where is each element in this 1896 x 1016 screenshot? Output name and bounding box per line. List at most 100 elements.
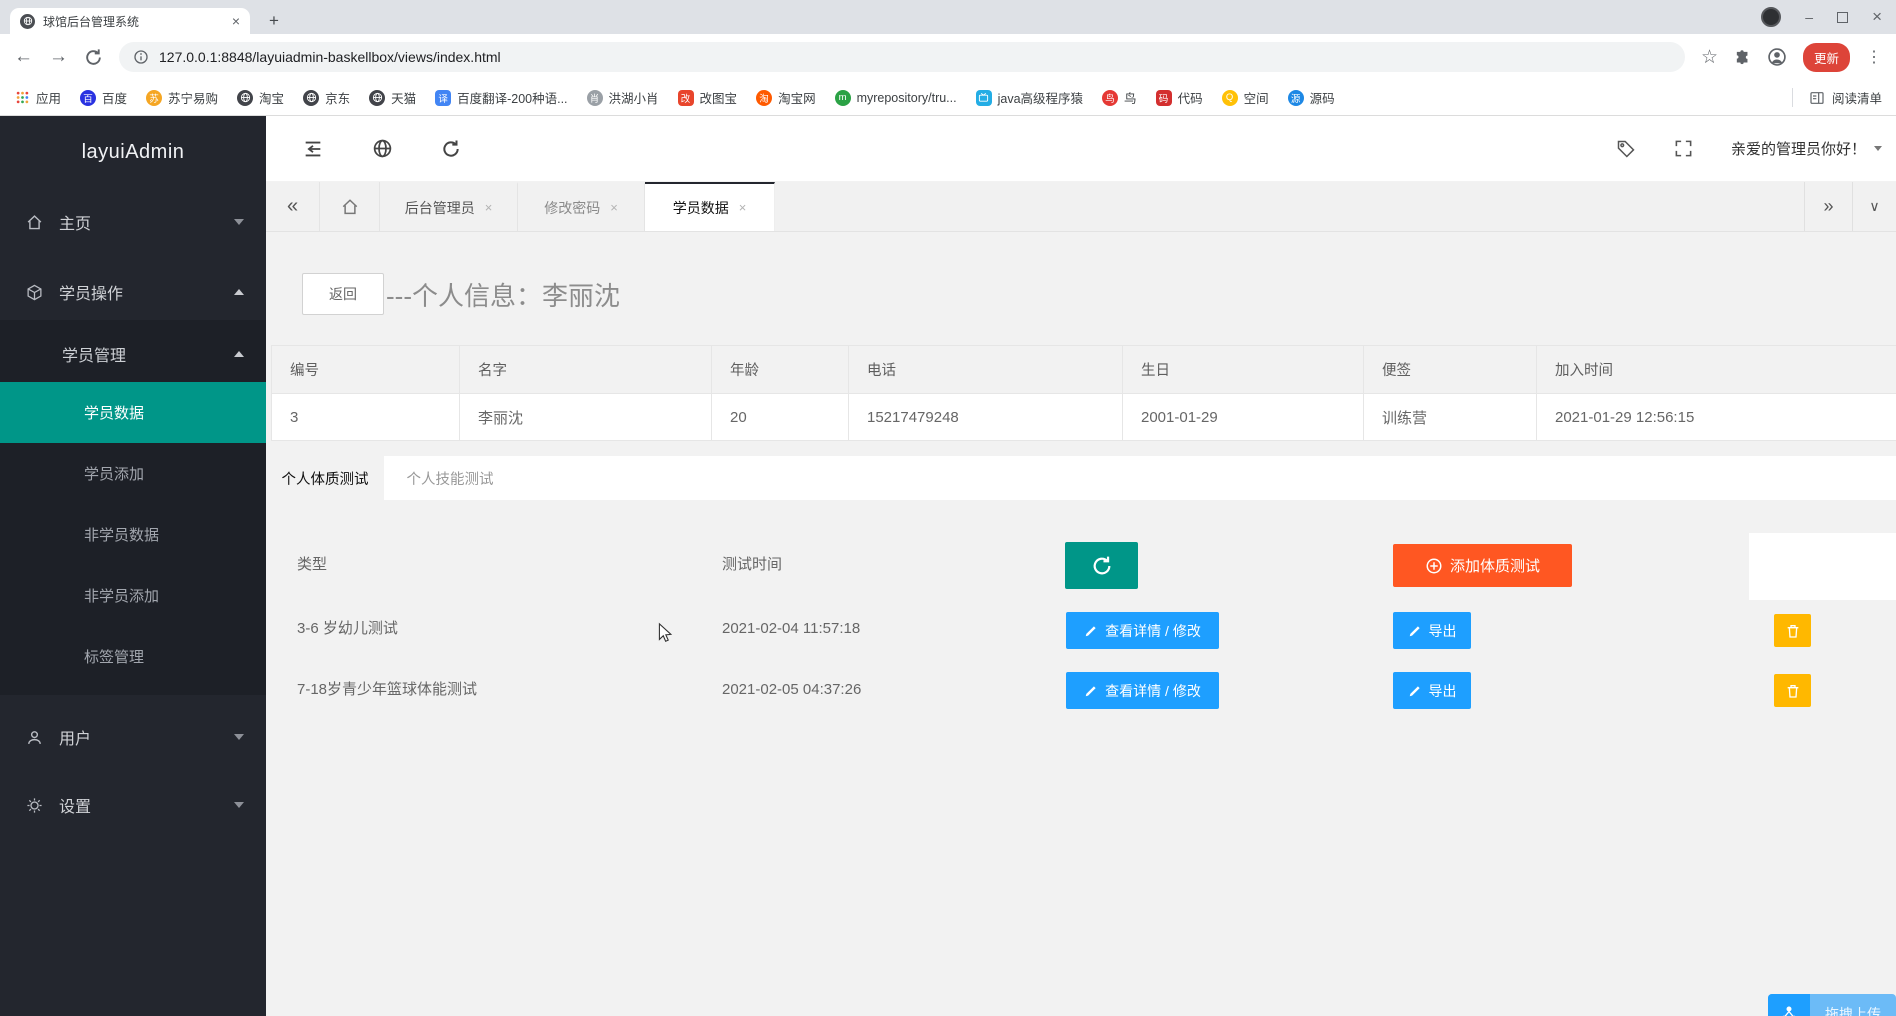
bookmark-item[interactable]: 肖 洪湖小肖 — [586, 88, 659, 107]
pencil-icon — [1408, 684, 1422, 698]
cell-join-time: 2021-01-29 12:56:15 — [1536, 393, 1896, 441]
bookmark-item[interactable]: m myrepository/tru... — [834, 89, 957, 106]
tab-skill-test[interactable]: 个人技能测试 — [384, 456, 516, 500]
bookmark-item[interactable]: 改 改图宝 — [677, 88, 737, 107]
profile-avatar[interactable] — [1761, 7, 1782, 27]
sidebar-item-student-mgmt[interactable]: 学员管理 — [0, 326, 266, 382]
bookmark-item[interactable]: 百 百度 — [80, 88, 127, 107]
browser-menu-icon[interactable]: ⋮ — [1866, 47, 1882, 67]
bookmark-favicon: 鸟 — [1102, 89, 1119, 106]
bookmark-favicon: 源 — [1287, 89, 1304, 106]
extensions-puzzle-icon[interactable] — [1734, 49, 1751, 66]
list-header-type: 类型 — [297, 556, 328, 573]
tab-change-password[interactable]: 修改密码 × — [518, 182, 645, 231]
sidebar-item-student-data[interactable]: 学员数据 — [0, 382, 266, 443]
window-minimize-icon[interactable]: – — [1805, 9, 1813, 25]
tabs-scroll-left-button[interactable]: « — [266, 182, 320, 231]
bookmark-item[interactable]: 淘 淘宝网 — [756, 88, 816, 107]
bookmark-item[interactable]: 码 代码 — [1155, 88, 1203, 107]
back-button[interactable]: 返回 — [302, 273, 384, 315]
fullscreen-icon[interactable] — [1674, 139, 1693, 158]
tab-close-icon[interactable]: × — [232, 13, 240, 29]
bookmark-favicon — [237, 89, 254, 106]
window-maximize-icon[interactable] — [1837, 11, 1849, 23]
bookmark-item[interactable]: 天猫 — [369, 88, 416, 107]
bookmark-item[interactable]: 译 百度翻译-200种语... — [435, 88, 568, 107]
sidebar-item-student-ops[interactable]: 学员操作 — [0, 264, 266, 320]
bookmark-favicon — [369, 89, 386, 106]
new-tab-button[interactable]: + — [260, 8, 288, 34]
app-logo[interactable]: layuiAdmin — [0, 116, 266, 188]
sidebar-item-student-add[interactable]: 学员添加 — [0, 443, 266, 504]
sidebar-item-users[interactable]: 用户 — [0, 709, 266, 765]
address-bar[interactable]: 127.0.0.1:8848/layuiadmin-baskellbox/vie… — [119, 42, 1685, 72]
refresh-list-button[interactable] — [1065, 542, 1138, 589]
tab-physical-test[interactable]: 个人体质测试 — [266, 456, 384, 500]
list-header-time: 测试时间 — [722, 556, 783, 573]
layui-admin-app: layuiAdmin 主页 学员操作 学员管理 学员数据 学员添加 非学员数据 — [0, 116, 1896, 1016]
add-physical-test-button[interactable]: 添加体质测试 — [1393, 544, 1572, 587]
bookmark-item[interactable]: 应用 — [14, 88, 61, 107]
col-header: 电话 — [848, 345, 1123, 394]
pencil-icon — [1084, 684, 1098, 698]
tab-close-icon[interactable]: × — [485, 200, 493, 215]
bookmark-item[interactable]: 鸟 鸟 — [1102, 88, 1137, 107]
tab-student-data[interactable]: 学员数据 × — [645, 182, 775, 231]
bookmark-item[interactable]: 源 源码 — [1287, 88, 1335, 107]
tag-icon[interactable] — [1616, 139, 1636, 159]
cube-icon — [26, 284, 43, 301]
tab-admin[interactable]: 后台管理员 × — [380, 182, 518, 231]
bookmark-item[interactable]: java高级程序猿 — [975, 88, 1083, 107]
view-edit-button[interactable]: 查看详情 / 修改 — [1066, 612, 1219, 649]
bookmark-favicon — [975, 89, 992, 106]
window-close-icon[interactable]: × — [1872, 7, 1882, 27]
col-header: 年龄 — [711, 345, 849, 394]
test-row-time: 2021-02-05 04:37:26 — [722, 681, 862, 698]
back-button[interactable]: ← — [14, 46, 33, 68]
browser-navbar: ← → 127.0.0.1:8848/layuiadmin-baskellbox… — [0, 34, 1896, 80]
export-button[interactable]: 导出 — [1393, 612, 1471, 649]
tab-close-icon[interactable]: × — [610, 200, 618, 215]
tabs-menu-button[interactable]: ∨ — [1852, 182, 1896, 231]
user-icon — [26, 729, 43, 746]
delete-button[interactable] — [1774, 614, 1811, 647]
tab-home[interactable] — [320, 182, 380, 231]
tab-close-icon[interactable]: × — [739, 200, 747, 215]
collapse-sidebar-icon[interactable] — [302, 138, 324, 160]
browser-update-button[interactable]: 更新 — [1802, 42, 1850, 72]
browser-tab[interactable]: 球馆后台管理系统 × — [10, 8, 250, 34]
sidebar-item-nonstudent-add[interactable]: 非学员添加 — [0, 565, 266, 626]
home-icon — [26, 214, 43, 231]
drag-upload-button[interactable]: 拖拽上传 — [1768, 994, 1896, 1016]
bookmark-favicon: 肖 — [586, 89, 603, 106]
bookmark-favicon — [303, 89, 320, 106]
bookmark-star-icon[interactable]: ☆ — [1701, 46, 1718, 69]
bookmarks-bar: 应用 百 百度 苏 苏宁易购 淘宝 京东 天猫 译 百度翻译-200种语... … — [0, 80, 1896, 116]
browser-avatar-icon[interactable] — [1767, 47, 1787, 67]
globe-icon[interactable] — [372, 138, 393, 159]
export-button[interactable]: 导出 — [1393, 672, 1471, 709]
tabs-scroll-right-button[interactable]: » — [1804, 182, 1852, 231]
bookmark-item[interactable]: 京东 — [303, 88, 350, 107]
reading-list-button[interactable]: 阅读清单 — [1791, 88, 1882, 107]
page-info-icon[interactable] — [133, 49, 149, 65]
sidebar-nav: 主页 学员操作 学员管理 学员数据 学员添加 非学员数据 非学员添加 标签管理 — [0, 188, 266, 1016]
sidebar-item-home[interactable]: 主页 — [0, 194, 266, 250]
admin-greeting[interactable]: 亲爱的管理员你好！ — [1731, 138, 1882, 159]
reload-button[interactable] — [84, 48, 103, 67]
forward-button[interactable]: → — [49, 46, 68, 68]
trash-icon — [1785, 683, 1801, 699]
refresh-icon[interactable] — [441, 139, 461, 159]
site-favicon-globe-icon — [20, 13, 35, 29]
sidebar-item-tag-mgmt[interactable]: 标签管理 — [0, 626, 266, 687]
refresh-icon — [1091, 555, 1113, 577]
sidebar-item-settings[interactable]: 设置 — [0, 777, 266, 833]
pencil-icon — [1408, 624, 1422, 638]
bookmark-item[interactable]: 淘宝 — [237, 88, 284, 107]
bookmark-item[interactable]: 苏 苏宁易购 — [146, 88, 218, 107]
url-text[interactable]: 127.0.0.1:8848/layuiadmin-baskellbox/vie… — [159, 49, 501, 65]
bookmark-item[interactable]: Q 空间 — [1221, 88, 1269, 107]
delete-button[interactable] — [1774, 674, 1811, 707]
sidebar-item-nonstudent-data[interactable]: 非学员数据 — [0, 504, 266, 565]
view-edit-button[interactable]: 查看详情 / 修改 — [1066, 672, 1219, 709]
